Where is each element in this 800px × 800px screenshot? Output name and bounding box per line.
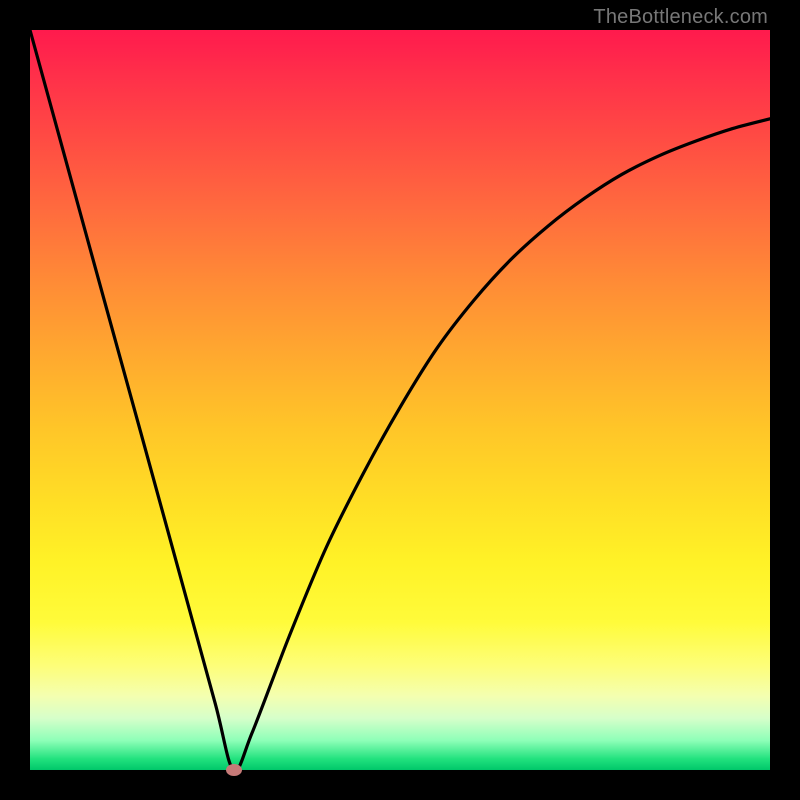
- bottleneck-curve: [30, 30, 770, 771]
- chart-frame: TheBottleneck.com: [0, 0, 800, 800]
- plot-area: [30, 30, 770, 770]
- minimum-marker: [226, 764, 242, 776]
- curve-svg: [30, 30, 770, 770]
- watermark-text: TheBottleneck.com: [593, 6, 768, 29]
